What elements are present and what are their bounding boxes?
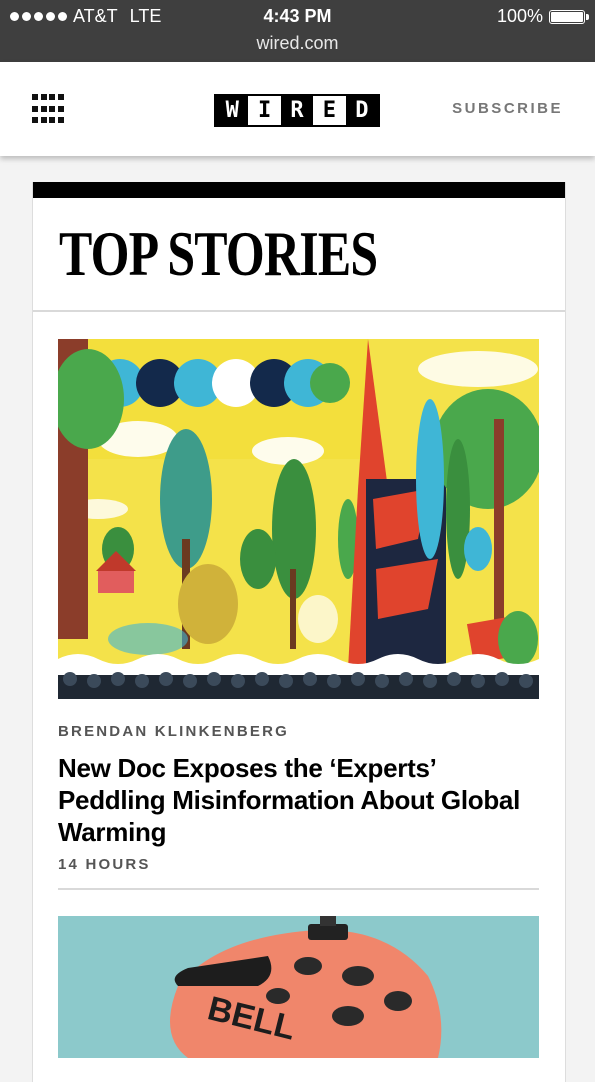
section-title: TOP STORIES: [59, 218, 378, 289]
site-header: W I R E D SUBSCRIBE: [0, 62, 595, 156]
subscribe-link[interactable]: SUBSCRIBE: [452, 100, 563, 117]
battery-percent: 100%: [496, 6, 543, 26]
logo-letter: E: [313, 96, 346, 125]
battery-icon: [549, 9, 589, 24]
logo-letter: I: [248, 96, 281, 125]
story-card[interactable]: BRENDAN KLINKENBERG New Doc Exposes the …: [58, 339, 539, 873]
bike-helmet-photo[interactable]: BELL: [58, 916, 539, 1058]
story-timestamp: 14 HOURS: [58, 856, 151, 873]
climate-illustration[interactable]: [58, 339, 539, 699]
logo-letter: W: [216, 96, 249, 125]
battery-info: 100%: [496, 6, 589, 27]
grid-menu-icon[interactable]: [32, 94, 64, 126]
address-bar[interactable]: wired.com: [0, 33, 595, 54]
wired-logo[interactable]: W I R E D: [214, 94, 380, 127]
story-card[interactable]: BELL: [58, 916, 539, 1058]
story-divider: [58, 888, 539, 890]
story-author[interactable]: BRENDAN KLINKENBERG: [58, 723, 539, 740]
status-bar: AT&T LTE 4:43 PM 100% wired.com: [0, 0, 595, 62]
card-top-bar: [33, 182, 565, 198]
section-header: TOP STORIES: [33, 198, 565, 312]
logo-letter: R: [280, 96, 314, 125]
logo-letter: D: [345, 96, 379, 125]
top-stories-card: TOP STORIES BRENDAN KLINKENBERG New Doc …: [32, 182, 566, 1082]
story-headline[interactable]: New Doc Exposes the ‘Experts’ Peddling M…: [58, 752, 539, 848]
